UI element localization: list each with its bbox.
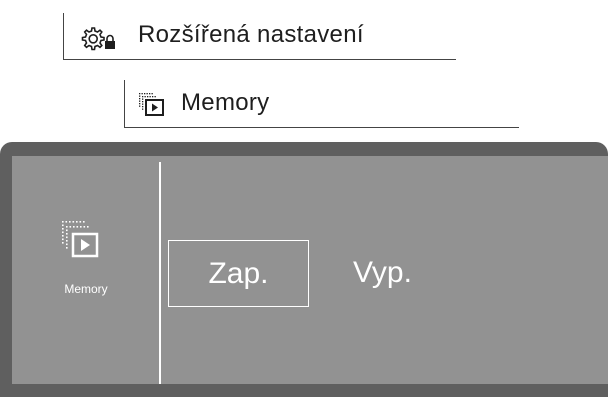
option-off[interactable]: Vyp. [353,256,412,290]
option-on[interactable]: Zap. [168,240,309,307]
breadcrumb-label: Memory [181,89,270,116]
memory-icon [139,93,164,116]
breadcrumb-memory[interactable]: Memory [124,80,519,128]
display-screen: Memory Zap. Vyp. [12,156,608,384]
breadcrumb-advanced-settings[interactable]: Rozšířená nastavení [63,13,456,60]
device-panel: Memory Zap. Vyp. [0,142,608,397]
divider [159,162,161,384]
gear-lock-icon [81,27,115,51]
breadcrumb-label: Rozšířená nastavení [138,21,364,48]
memory-icon [62,221,99,258]
sidebar-label: Memory [64,282,108,296]
